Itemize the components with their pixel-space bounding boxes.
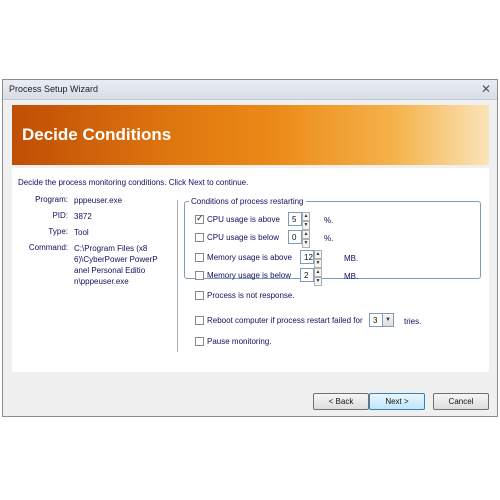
command-value: C:\Program Files (x8 6)\CyberPower Power… xyxy=(74,243,158,287)
window-title: Process Setup Wizard xyxy=(9,84,99,94)
close-icon[interactable]: ✕ xyxy=(481,83,491,95)
spin-down-icon[interactable]: ▼ xyxy=(314,277,322,286)
mem-above-unit: MB. xyxy=(344,254,359,263)
mem-above-stepper[interactable]: 12 ▲ ▼ xyxy=(300,250,322,268)
reboot-tries-select[interactable]: 3 ▼ xyxy=(369,313,394,327)
cpu-below-stepper[interactable]: 0 ▲ ▼ xyxy=(288,230,310,248)
vertical-divider xyxy=(177,200,178,352)
type-label: Type: xyxy=(48,227,68,236)
cpu-above-label: CPU usage is above xyxy=(207,214,280,224)
command-label: Command: xyxy=(28,243,68,252)
spin-up-icon[interactable]: ▲ xyxy=(314,268,322,277)
spin-up-icon[interactable]: ▲ xyxy=(314,250,322,259)
command-line: C:\Program Files (x8 xyxy=(74,244,148,253)
spin-up-icon[interactable]: ▲ xyxy=(302,230,310,239)
cancel-button[interactable]: Cancel xyxy=(433,393,489,410)
cpu-above-checkbox[interactable] xyxy=(195,213,204,224)
program-value: pppeuser.exe xyxy=(74,196,123,205)
program-label: Program: xyxy=(35,195,68,204)
cpu-above-unit: %. xyxy=(324,216,334,225)
mem-above-checkbox[interactable] xyxy=(195,252,204,262)
chevron-down-icon[interactable]: ▼ xyxy=(383,313,394,327)
cpu-below-input[interactable]: 0 xyxy=(288,230,302,244)
pause-option[interactable]: Pause monitoring. xyxy=(195,334,271,348)
mem-above-option[interactable]: Memory usage is above xyxy=(195,250,292,264)
mem-below-unit: MB. xyxy=(344,272,359,281)
pause-label: Pause monitoring. xyxy=(207,336,272,346)
pause-checkbox[interactable] xyxy=(195,336,204,346)
content-panel: Decide the process monitoring conditions… xyxy=(12,168,489,372)
mem-above-label: Memory usage is above xyxy=(207,252,292,262)
wizard-window: Process Setup Wizard ✕ Decide Conditions… xyxy=(2,79,498,417)
reboot-tries-value[interactable]: 3 xyxy=(369,313,383,327)
back-button[interactable]: < Back xyxy=(313,393,369,410)
cpu-below-unit: %. xyxy=(324,234,334,243)
page-title: Decide Conditions xyxy=(22,125,172,144)
mem-below-checkbox[interactable] xyxy=(195,270,204,280)
command-line: 6)\CyberPower PowerP xyxy=(74,255,158,264)
reboot-checkbox[interactable] xyxy=(195,315,204,325)
group-legend: Conditions of process restarting xyxy=(191,197,304,206)
cpu-below-option[interactable]: CPU usage is below xyxy=(195,230,279,244)
cpu-below-checkbox[interactable] xyxy=(195,232,204,242)
cpu-below-label: CPU usage is below xyxy=(207,232,280,242)
mem-below-label: Memory usage is below xyxy=(207,270,292,280)
reboot-option[interactable]: Reboot computer if process restart faile… xyxy=(195,313,363,327)
not-response-label: Process is not response. xyxy=(207,290,295,300)
next-button[interactable]: Next > xyxy=(369,393,425,410)
not-response-checkbox[interactable] xyxy=(195,290,204,300)
mem-below-stepper[interactable]: 2 ▲ ▼ xyxy=(300,268,322,286)
cpu-above-input[interactable]: 5 xyxy=(288,212,302,226)
spin-down-icon[interactable]: ▼ xyxy=(314,259,322,268)
pid-label: PID: xyxy=(52,211,68,220)
command-line: anel Personal Editio xyxy=(74,266,146,275)
not-response-option[interactable]: Process is not response. xyxy=(195,288,295,302)
title-bar: Process Setup Wizard ✕ xyxy=(3,80,497,100)
type-value: Tool xyxy=(74,228,89,237)
command-line: n\pppeuser.exe xyxy=(74,277,129,286)
spin-down-icon[interactable]: ▼ xyxy=(302,221,310,230)
spin-up-icon[interactable]: ▲ xyxy=(302,212,310,221)
header-banner: Decide Conditions xyxy=(12,105,489,165)
spin-down-icon[interactable]: ▼ xyxy=(302,239,310,248)
mem-below-option[interactable]: Memory usage is below xyxy=(195,268,291,282)
mem-below-input[interactable]: 2 xyxy=(300,268,314,282)
intro-text: Decide the process monitoring conditions… xyxy=(18,178,249,187)
mem-above-input[interactable]: 12 xyxy=(300,250,314,264)
reboot-suffix: tries. xyxy=(404,317,422,326)
pid-value: 3872 xyxy=(74,212,92,221)
reboot-label: Reboot computer if process restart faile… xyxy=(207,315,363,325)
cpu-above-stepper[interactable]: 5 ▲ ▼ xyxy=(288,212,310,230)
cpu-above-option[interactable]: CPU usage is above xyxy=(195,212,280,226)
